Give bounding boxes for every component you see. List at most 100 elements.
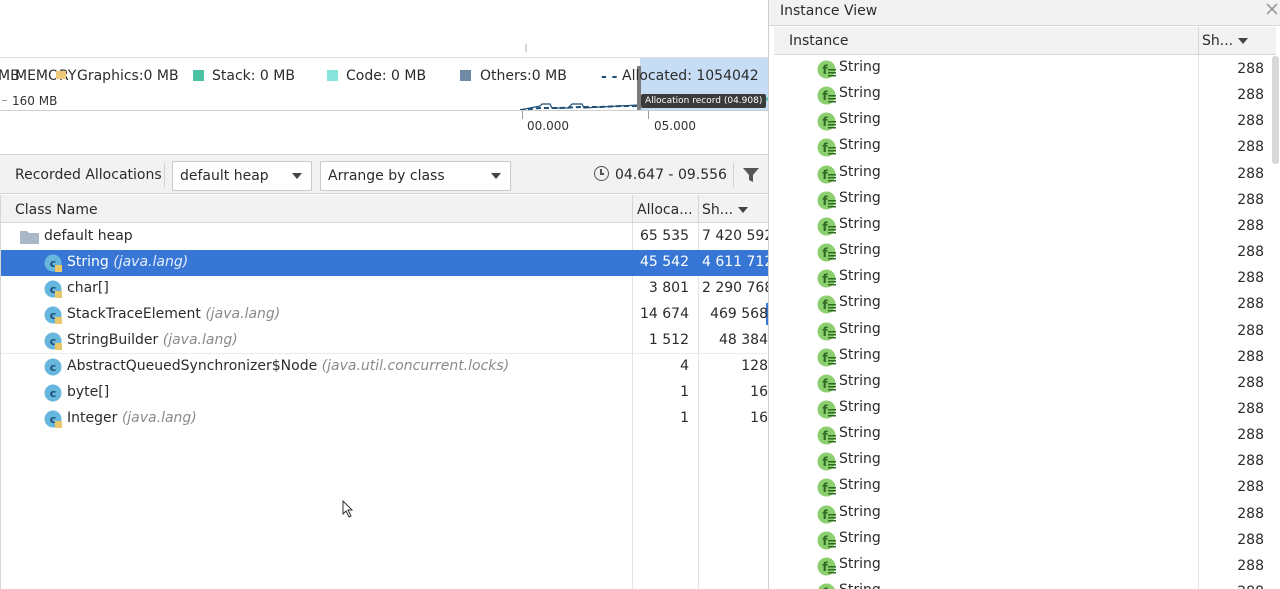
- clock-icon: [594, 166, 609, 181]
- class-icon: c: [44, 410, 62, 428]
- class-name-cell: AbstractQueuedSynchronizer$Node (java.ut…: [67, 358, 509, 374]
- arrange-select[interactable]: Arrange by class: [320, 161, 511, 191]
- instance-column-header[interactable]: Instance: [789, 33, 849, 49]
- shallow-size: 16: [750, 384, 768, 400]
- shallow-size: 2 290 768: [702, 280, 768, 296]
- instance-row[interactable]: f String 288: [774, 579, 1272, 589]
- instance-row[interactable]: f String 288: [774, 501, 1272, 527]
- instance-name: String: [839, 477, 881, 494]
- time-tick-label: 00.000: [527, 119, 569, 133]
- graphics-swatch: [56, 66, 72, 82]
- instance-object-icon: f: [817, 269, 836, 288]
- column-divider[interactable]: [632, 195, 633, 223]
- class-icon: c: [44, 280, 62, 298]
- instance-view-titlebar: Instance View: [769, 0, 1280, 26]
- class-name-cell: StackTraceElement (java.lang): [67, 306, 280, 322]
- instance-row[interactable]: f String 288: [774, 187, 1272, 213]
- instance-row[interactable]: f String 288: [774, 161, 1272, 187]
- instance-row[interactable]: f String 288: [774, 213, 1272, 239]
- sort-descending-icon[interactable]: [1238, 38, 1248, 44]
- instance-shallow-size: 288: [1237, 165, 1264, 182]
- table-row-stacktraceelement[interactable]: c StackTraceElement (java.lang) 14 674 4…: [1, 302, 768, 328]
- instance-object-icon: f: [817, 86, 836, 105]
- instance-name: String: [839, 294, 881, 311]
- instance-row[interactable]: f String 288: [774, 56, 1272, 82]
- instance-object-icon: f: [817, 505, 836, 524]
- folder-icon: [20, 231, 39, 244]
- legend-code: Code: 0 MB: [346, 68, 427, 84]
- column-divider[interactable]: [1198, 27, 1199, 55]
- instance-name: String: [839, 372, 881, 389]
- instance-row[interactable]: f String 288: [774, 291, 1272, 317]
- shallow-size-column-header[interactable]: Sh...: [702, 202, 733, 218]
- instance-row[interactable]: f String 288: [774, 318, 1272, 344]
- allocation-record-tooltip: Allocation record (04.908): [641, 94, 767, 108]
- memory-timeline[interactable]: MB MEMORY Graphics:0 MB Stack: 0 MB Code…: [0, 0, 768, 152]
- table-row-integer[interactable]: c Integer (java.lang) 1 16: [1, 406, 768, 432]
- instance-row[interactable]: f String 288: [774, 396, 1272, 422]
- svg-text:f: f: [822, 194, 828, 208]
- instance-shallow-size: 288: [1237, 113, 1264, 130]
- table-row-default-heap[interactable]: default heap 65 535 7 420 592: [1, 224, 768, 250]
- instance-row[interactable]: f String 288: [774, 422, 1272, 448]
- svg-text:f: f: [822, 89, 828, 103]
- filter-icon[interactable]: [742, 167, 760, 183]
- arrange-select-value: Arrange by class: [328, 168, 445, 184]
- instance-view-title: Instance View: [780, 3, 878, 19]
- instance-list[interactable]: f String 288 f String 288 f String 288 f String 288…: [774, 56, 1272, 589]
- instance-row[interactable]: f String 288: [774, 239, 1272, 265]
- class-package: (java.lang): [121, 410, 197, 426]
- instance-row[interactable]: f String 288: [774, 134, 1272, 160]
- instance-list-scrollbar[interactable]: [1272, 56, 1279, 164]
- instance-shallow-size: 288: [1237, 61, 1264, 77]
- allocation-count: 3 801: [648, 280, 689, 296]
- shallow-size: 7 420 592: [702, 228, 768, 244]
- instance-name: String: [839, 189, 881, 206]
- class-name-cell: Integer (java.lang): [67, 410, 197, 426]
- timeline-top-area: [0, 0, 768, 58]
- table-row-byte-array[interactable]: c byte[] 1 16: [1, 380, 768, 406]
- svg-text:f: f: [822, 115, 828, 129]
- instance-shallow-size: 288: [1237, 87, 1264, 104]
- instance-object-icon: f: [817, 138, 836, 157]
- table-row-string[interactable]: c String (java.lang) 45 542 4 611 712: [1, 250, 768, 276]
- instance-row[interactable]: f String 288: [774, 527, 1272, 553]
- instance-row[interactable]: f String 288: [774, 370, 1272, 396]
- instance-object-icon: f: [817, 478, 836, 497]
- shallow-size: 128: [741, 358, 768, 374]
- instance-row[interactable]: f String 288: [774, 448, 1272, 474]
- instance-row[interactable]: f String 288: [774, 344, 1272, 370]
- svg-text:f: f: [822, 325, 828, 339]
- sort-descending-icon[interactable]: [738, 207, 748, 213]
- instance-shallow-size: 288: [1237, 191, 1264, 208]
- instance-row[interactable]: f String 288: [774, 82, 1272, 108]
- class-name: String: [67, 254, 109, 270]
- class-name: Integer: [67, 410, 118, 426]
- instance-row[interactable]: f String 288: [774, 108, 1272, 134]
- column-divider[interactable]: [698, 195, 699, 223]
- heap-select[interactable]: default heap: [172, 161, 312, 191]
- table-row-stringbuilder[interactable]: c StringBuilder (java.lang) 1 512 48 384: [1, 328, 768, 354]
- legend-stack: Stack: 0 MB: [212, 68, 295, 84]
- svg-text:f: f: [822, 272, 828, 286]
- svg-text:f: f: [822, 63, 828, 77]
- table-row-aqs-node[interactable]: c AbstractQueuedSynchronizer$Node (java.…: [1, 354, 768, 380]
- shallow-size-column-header[interactable]: Sh...: [1202, 33, 1233, 49]
- instance-shallow-size: 288: [1237, 322, 1264, 339]
- class-name: StringBuilder: [67, 332, 159, 348]
- class-name: StackTraceElement: [67, 306, 201, 322]
- instance-row[interactable]: f String 288: [774, 474, 1272, 500]
- class-name: char[]: [67, 280, 109, 296]
- instance-row[interactable]: f String 288: [774, 553, 1272, 579]
- instance-shallow-size: 288: [1237, 531, 1264, 548]
- close-icon[interactable]: [1265, 2, 1279, 16]
- instance-shallow-size: 288: [1237, 427, 1264, 444]
- class-package: (java.lang): [162, 332, 238, 348]
- table-row-char-array[interactable]: c char[] 3 801 2 290 768: [1, 276, 768, 302]
- instance-object-icon: f: [817, 112, 836, 131]
- shallow-size: 16: [750, 410, 768, 426]
- instance-row[interactable]: f String 288: [774, 265, 1272, 291]
- allocations-column-header[interactable]: Alloca...: [637, 202, 693, 218]
- class-name-column-header[interactable]: Class Name: [15, 202, 98, 218]
- instance-object-icon: f: [817, 452, 836, 471]
